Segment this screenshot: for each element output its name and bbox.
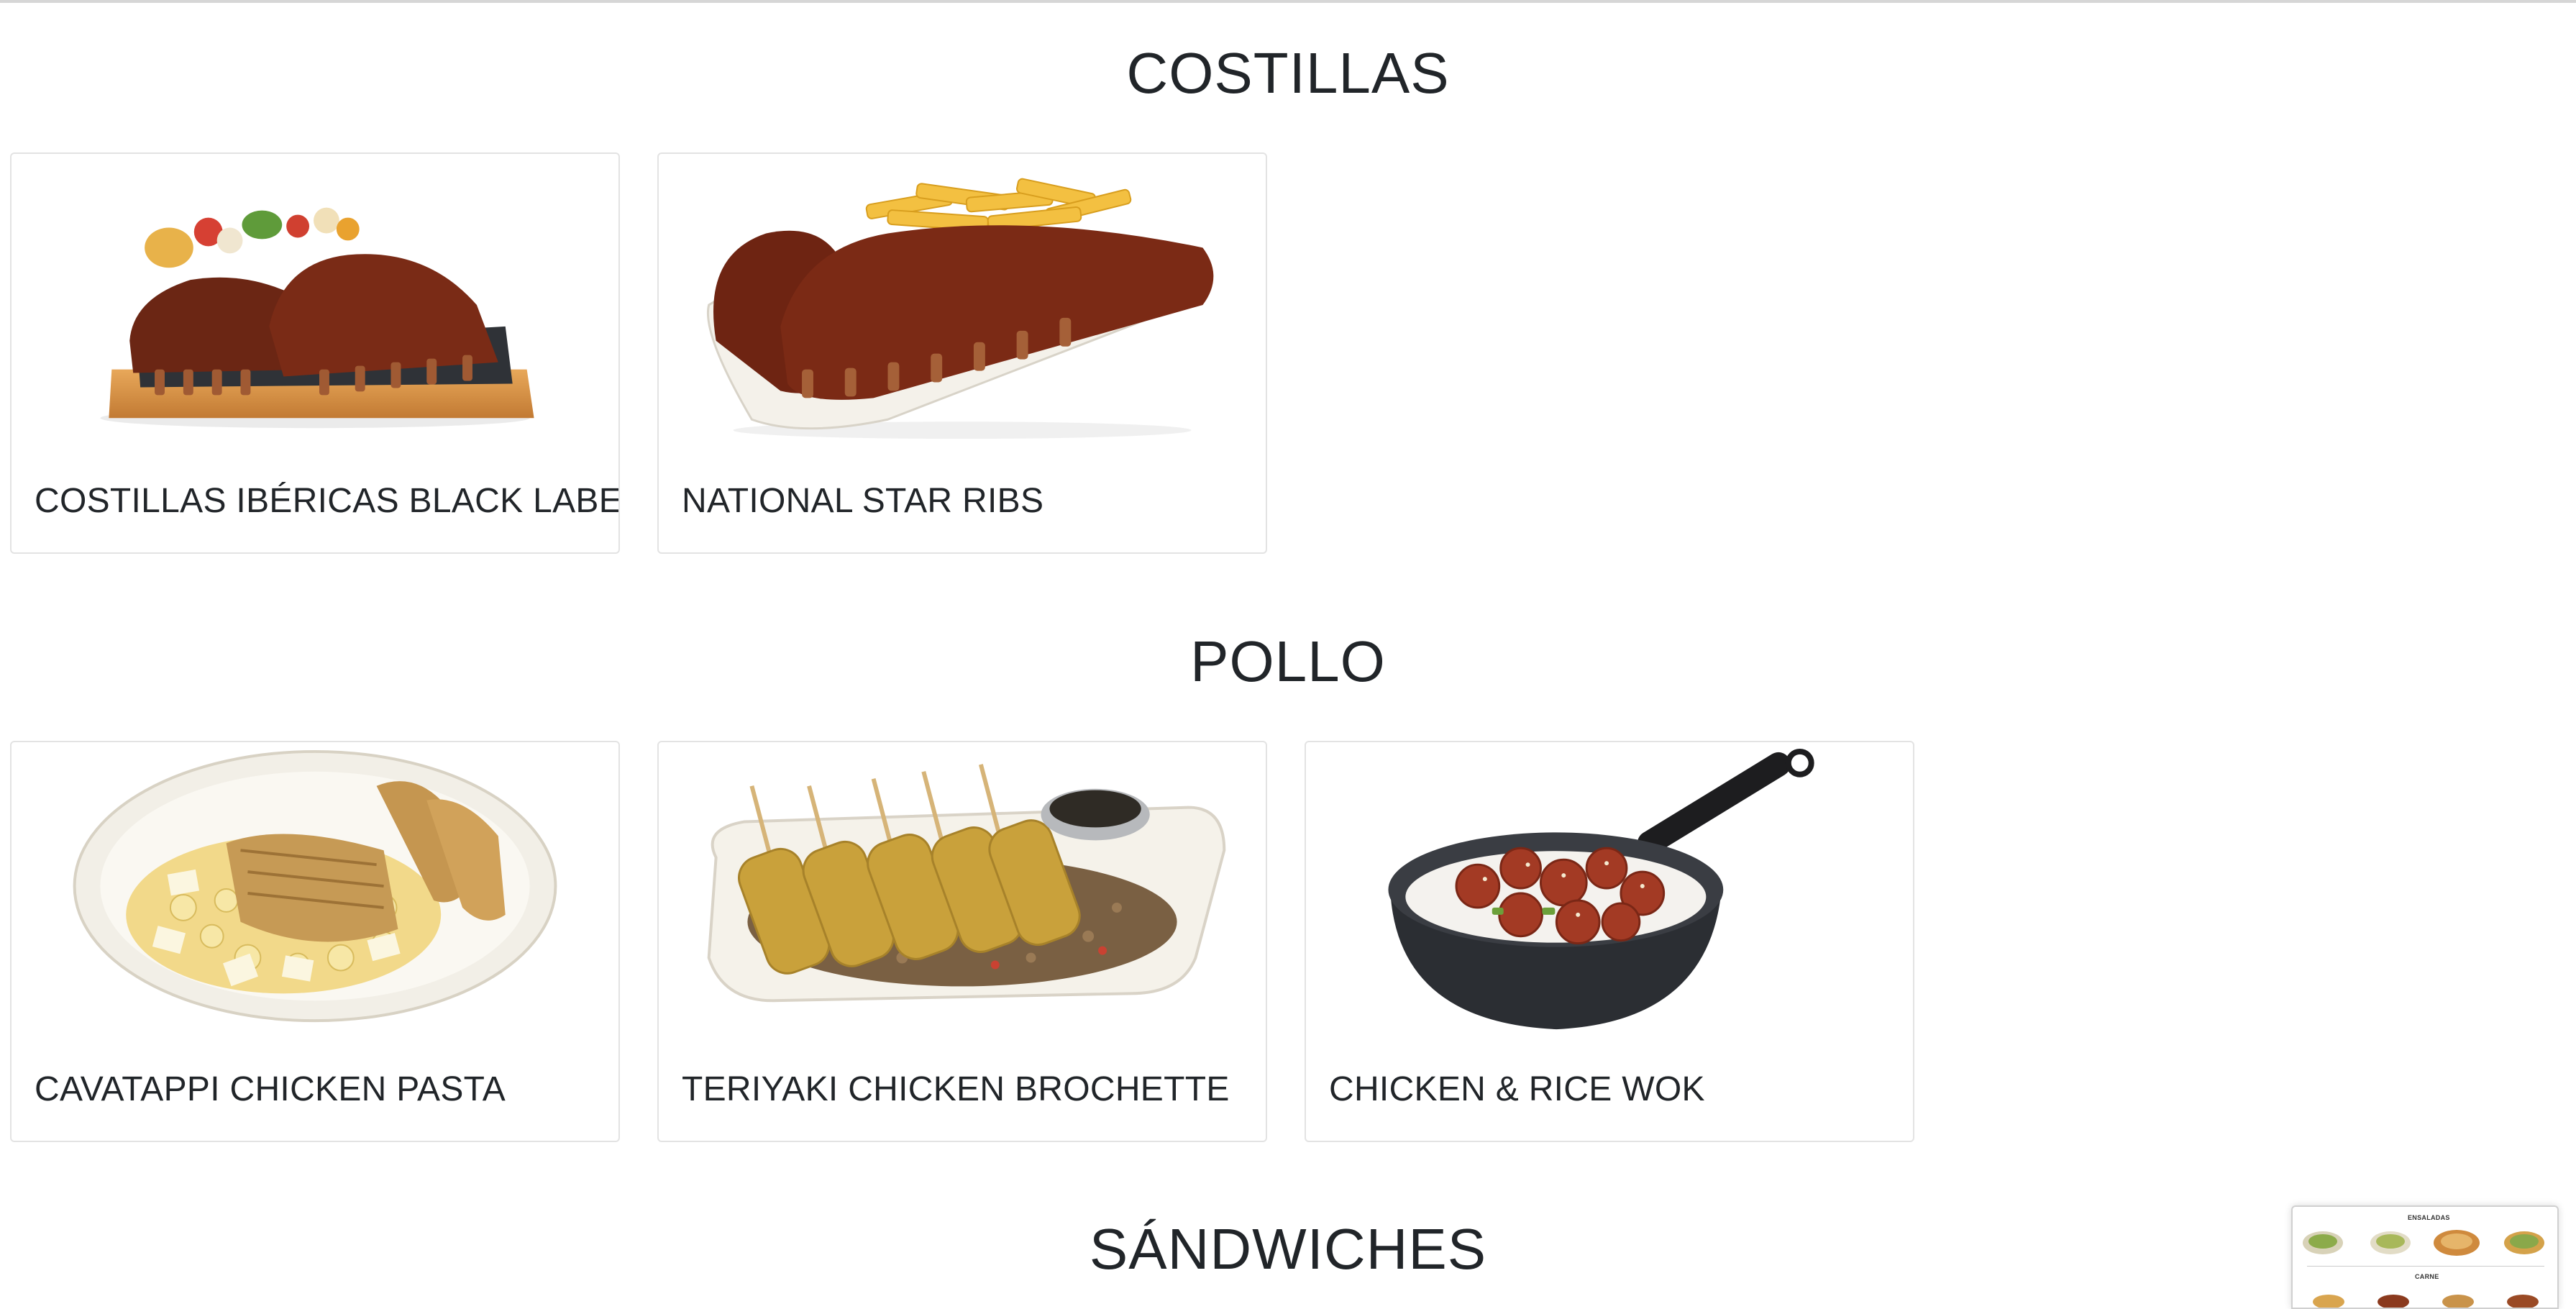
section-title-pollo: POLLO	[1190, 629, 1386, 693]
menu-item-name: NATIONAL STAR RIBS	[682, 482, 1044, 520]
menu-preview-thumbnail[interactable]: ENSALADAS CARNE	[2291, 1205, 2559, 1309]
top-divider	[0, 0, 2576, 3]
menu-card-costillas-ibericas[interactable]: COSTILLAS IBÉRICAS BLACK LABEL	[10, 152, 620, 554]
menu-item-name: CAVATAPPI CHICKEN PASTA	[35, 1070, 506, 1108]
ribs-with-fries-image	[706, 178, 1214, 439]
preview-meat-images	[2313, 1295, 2539, 1308]
menu-card-chicken-rice-wok[interactable]: CHICKEN & RICE WOK	[1305, 741, 1914, 1142]
chicken-pasta-image	[73, 749, 557, 1023]
menu-card-national-star-ribs[interactable]: NATIONAL STAR RIBS	[657, 152, 1267, 554]
chicken-skewers-image	[707, 764, 1226, 1003]
preview-divider	[2307, 1266, 2544, 1267]
preview-salad-images	[2303, 1230, 2544, 1256]
ribs-on-board-image	[100, 207, 534, 429]
preview-heading: ENSALADAS	[2408, 1214, 2450, 1221]
menu-item-name: TERIYAKI CHICKEN BROCHETTE	[682, 1070, 1230, 1108]
menu-card-teriyaki-chicken-brochette[interactable]: TERIYAKI CHICKEN BROCHETTE	[657, 741, 1267, 1142]
menu-card-cavatappi-chicken-pasta[interactable]: CAVATAPPI CHICKEN PASTA	[10, 741, 620, 1142]
preview-subheading: CARNE	[2415, 1273, 2439, 1280]
section-title-sandwiches: SÁNDWICHES	[1089, 1217, 1487, 1281]
section-title-costillas: COSTILLAS	[1126, 41, 1450, 105]
menu-item-name: CHICKEN & RICE WOK	[1329, 1070, 1705, 1108]
chicken-wok-image	[1388, 748, 1814, 1030]
menu-item-name: COSTILLAS IBÉRICAS BLACK LABEL	[35, 482, 620, 520]
